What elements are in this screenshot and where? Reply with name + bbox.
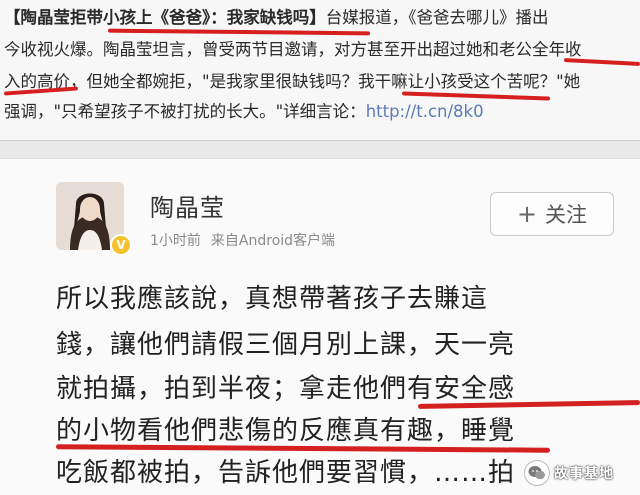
news-excerpt: 【陶晶莹拒带小孩上《爸爸》：我家缺钱吗】台媒报道，《爸爸去哪儿》播出 今收视火爆…	[0, 0, 640, 141]
follow-button-label: 关注	[545, 203, 588, 227]
news-headline: 【陶晶莹拒带小孩上《爸爸》：我家缺钱吗】	[4, 8, 326, 27]
news-link[interactable]: http://t.cn/8k0	[366, 102, 484, 121]
post-source: 来自Android客户端	[210, 233, 336, 249]
plus-icon: +	[516, 200, 538, 228]
post-text-line-4: 的小物看他們悲傷的反應真有趣，睡覺	[56, 416, 516, 446]
screenshot-composite: 【陶晶莹拒带小孩上《爸爸》：我家缺钱吗】台媒报道，《爸爸去哪儿》播出 今收视火爆…	[0, 0, 640, 495]
news-line-3: 入的高价，但她全都婉拒，"是我家里很缺钱吗？我干嘛让小孩受这个苦呢？"她	[4, 72, 581, 91]
news-line-1: 【陶晶莹拒带小孩上《爸爸》：我家缺钱吗】台媒报道，《爸爸去哪儿》播出	[4, 6, 640, 30]
watermark-text: 故事基地	[554, 466, 614, 482]
chat-bubble-icon	[528, 466, 545, 480]
news-line-4: 强调，"只希望孩子不被打扰的长大。"详细言论：http://t.cn/8k0	[4, 100, 640, 124]
news-line-4-text: 强调，"只希望孩子不被打扰的长大。"详细言论：	[4, 102, 366, 121]
follow-button[interactable]: + 关注	[490, 192, 614, 236]
news-line-2: 今收视火爆。陶晶莹坦言，曾受两节目邀请，对方甚至开出超过她和老公全年收	[4, 40, 582, 59]
news-line-1-rest: 台媒报道，《爸爸去哪儿》播出	[325, 8, 549, 27]
post-text-line-2: 錢，讓他們請假三個月別上課，天一亮	[56, 330, 516, 360]
post-text-line-1: 所以我應該說，真想帶著孩子去賺這	[56, 284, 489, 314]
wechat-logo-icon	[524, 460, 550, 486]
post-time: 1小时前	[150, 233, 201, 249]
watermark: 故事基地	[524, 456, 640, 490]
verified-badge-icon: V	[110, 234, 132, 256]
post-meta: 1小时前 来自Android客户端	[150, 230, 335, 250]
author-name[interactable]: 陶晶莹	[150, 188, 225, 223]
